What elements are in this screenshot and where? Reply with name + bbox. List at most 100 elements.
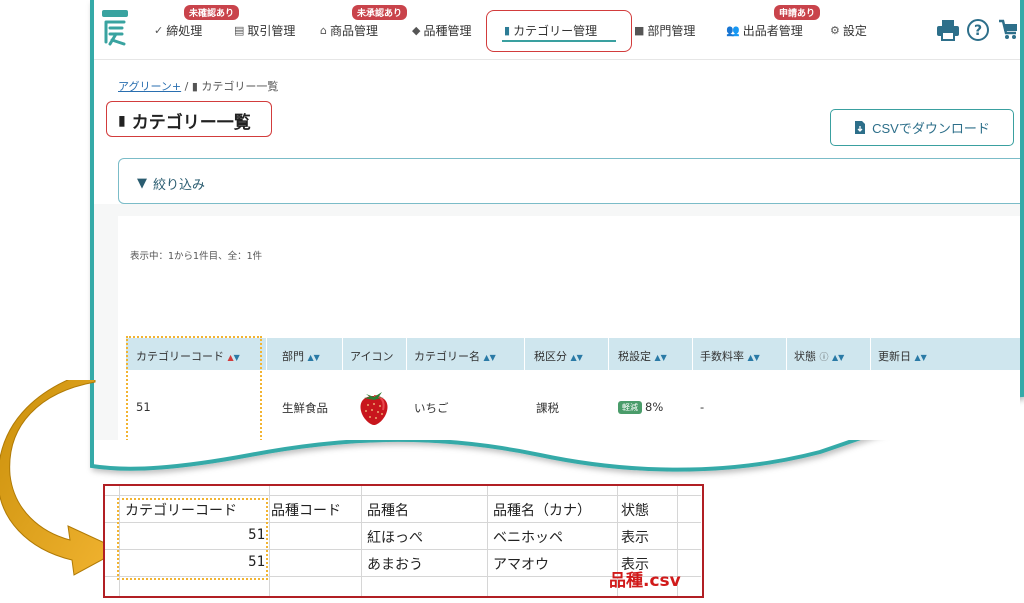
csv-button-label: CSVでダウンロード bbox=[872, 121, 990, 136]
column-divider bbox=[870, 338, 871, 370]
nav-item-sellers[interactable]: 👥 出品者管理 bbox=[726, 22, 803, 39]
nav-badge-unconfirmed: 未確認あり bbox=[184, 5, 240, 20]
brand-logo[interactable] bbox=[100, 8, 130, 48]
check-icon: ✓ bbox=[154, 24, 164, 37]
screenshot-canvas: 未確認あり ✓ 締処理 ▤ 取引管理 未承認あり ⌂ 商品管理 ◆ 品種管理 ▮ bbox=[0, 0, 1024, 603]
sort-desc-icon[interactable]: ▼ bbox=[754, 353, 760, 362]
nav-item-label: 取引管理 bbox=[247, 24, 296, 38]
th-category-name[interactable]: カテゴリー名 ▲▼ bbox=[414, 348, 496, 364]
nav-item-label: 出品者管理 bbox=[742, 24, 803, 38]
csv-download-button[interactable]: CSVでダウンロード bbox=[830, 109, 1014, 146]
table-info: 表示中：1から1件目、全：1件 bbox=[130, 251, 263, 262]
th-tax-setting[interactable]: 税設定 ▲▼ bbox=[618, 348, 667, 364]
csv-code-highlight bbox=[117, 498, 268, 580]
csv-filename: 品種.csv bbox=[609, 571, 681, 591]
nav-item-transactions[interactable]: ▤ 取引管理 bbox=[234, 22, 295, 39]
th-department[interactable]: 部門 ▲▼ bbox=[282, 348, 320, 364]
ledger-icon: ▤ bbox=[234, 24, 245, 37]
csv-header-variety-name: 品種名 bbox=[367, 503, 409, 519]
page-title: ▮ カテゴリー一覧 bbox=[118, 108, 251, 134]
column-divider bbox=[266, 338, 267, 370]
grid-line bbox=[487, 486, 488, 596]
csv-header-status: 状態 bbox=[621, 503, 649, 519]
th-label: 税区分 bbox=[534, 350, 567, 363]
csv-header-variety-code: 品種コード bbox=[271, 503, 341, 519]
printer-icon[interactable] bbox=[936, 19, 960, 41]
svg-text:?: ? bbox=[974, 23, 982, 39]
category-code-highlight bbox=[126, 336, 262, 440]
grid-line bbox=[105, 495, 701, 496]
strawberry-icon bbox=[360, 392, 388, 425]
breadcrumb-home-link[interactable]: アグリーン+ bbox=[118, 80, 181, 93]
nav-item-categories[interactable]: ▮ カテゴリー管理 bbox=[504, 22, 597, 39]
tax-rate: 8% bbox=[645, 400, 664, 414]
breadcrumb-current: カテゴリー一覧 bbox=[201, 80, 279, 93]
csv-cell-status: 表示 bbox=[621, 530, 649, 546]
file-icon bbox=[855, 121, 866, 134]
sort-desc-icon[interactable]: ▼ bbox=[577, 353, 583, 362]
breadcrumb: アグリーン+ / ▮ カテゴリー一覧 bbox=[118, 78, 278, 94]
gear-icon: ⚙ bbox=[830, 24, 840, 37]
cell-category-name: いちご bbox=[414, 401, 449, 415]
th-tax-class[interactable]: 税区分 ▲▼ bbox=[534, 348, 583, 364]
nav-item-products[interactable]: ⌂ 商品管理 bbox=[320, 22, 378, 39]
nav-badge-unapproved: 未承認あり bbox=[352, 5, 408, 20]
basket-icon: ⌂ bbox=[320, 24, 327, 37]
column-divider bbox=[692, 338, 693, 370]
th-label: 状態 bbox=[794, 350, 816, 363]
grid-line bbox=[361, 486, 362, 596]
csv-cell-variety-name: 紅ほっぺ bbox=[367, 530, 423, 546]
reduced-tax-badge: 軽減 bbox=[618, 401, 642, 414]
column-divider bbox=[608, 338, 609, 370]
csv-header-variety-kana: 品種名（カナ） bbox=[493, 503, 591, 519]
nav-item-closing[interactable]: ✓ 締処理 bbox=[154, 22, 202, 39]
app-window: 未確認あり ✓ 締処理 ▤ 取引管理 未承認あり ⌂ 商品管理 ◆ 品種管理 ▮ bbox=[94, 0, 1020, 440]
th-updated[interactable]: 更新日 ▲▼ bbox=[878, 348, 927, 364]
users-icon: 👥 bbox=[726, 24, 740, 37]
top-navigation: 未確認あり ✓ 締処理 ▤ 取引管理 未承認あり ⌂ 商品管理 ◆ 品種管理 ▮ bbox=[94, 0, 1020, 60]
cell-department: 生鮮食品 bbox=[282, 401, 328, 415]
tag-icon: ◆ bbox=[412, 24, 421, 37]
breadcrumb-separator: / bbox=[184, 80, 189, 93]
bookmark-icon: ▮ bbox=[118, 112, 126, 129]
bookmark-icon: ▮ bbox=[504, 24, 511, 37]
folder-icon: ■ bbox=[634, 24, 645, 37]
nav-item-label: 設定 bbox=[842, 24, 867, 38]
th-label: 部門 bbox=[282, 350, 304, 363]
nav-item-departments[interactable]: ■ 部門管理 bbox=[634, 22, 695, 39]
nav-item-label: 品種管理 bbox=[423, 24, 472, 38]
filter-panel[interactable]: ▼ 絞り込み bbox=[118, 158, 1020, 204]
bookmark-icon: ▮ bbox=[191, 80, 198, 93]
th-icon: アイコン bbox=[350, 348, 393, 364]
th-label: 税設定 bbox=[618, 350, 651, 363]
sort-desc-icon[interactable]: ▼ bbox=[838, 353, 844, 362]
sort-desc-icon[interactable]: ▼ bbox=[661, 353, 667, 362]
cell-fee-rate: - bbox=[700, 400, 705, 414]
cart-icon[interactable] bbox=[998, 19, 1018, 41]
cell-tax-setting: 軽減 8% bbox=[618, 400, 663, 414]
nav-item-settings[interactable]: ⚙ 設定 bbox=[830, 22, 867, 39]
th-label: 更新日 bbox=[878, 350, 911, 363]
th-label: カテゴリー名 bbox=[414, 350, 480, 363]
active-tab-underline bbox=[502, 40, 616, 42]
nav-item-label: 締処理 bbox=[166, 24, 203, 38]
column-divider bbox=[524, 338, 525, 370]
nav-item-label: 商品管理 bbox=[329, 24, 378, 38]
help-icon[interactable]: ? bbox=[966, 18, 990, 42]
filter-icon: ▼ bbox=[137, 176, 147, 191]
th-fee-rate[interactable]: 手数料率 ▲▼ bbox=[700, 348, 760, 364]
column-divider bbox=[406, 338, 407, 370]
sort-desc-icon[interactable]: ▼ bbox=[921, 353, 927, 362]
filter-toggle[interactable]: ▼ 絞り込み bbox=[137, 174, 205, 193]
csv-cell-variety-name: あまおう bbox=[367, 557, 423, 573]
sort-desc-icon[interactable]: ▼ bbox=[314, 353, 320, 362]
sort-desc-icon[interactable]: ▼ bbox=[490, 353, 496, 362]
th-status[interactable]: 状態 ⓘ ▲▼ bbox=[794, 348, 844, 364]
filter-label: 絞り込み bbox=[153, 178, 206, 193]
column-divider bbox=[786, 338, 787, 370]
nav-item-varieties[interactable]: ◆ 品種管理 bbox=[412, 22, 471, 39]
column-divider bbox=[342, 338, 343, 370]
th-label: 手数料率 bbox=[700, 350, 744, 363]
info-icon[interactable]: ⓘ bbox=[820, 353, 829, 363]
csv-cell-variety-kana: ベニホッペ bbox=[493, 530, 563, 546]
